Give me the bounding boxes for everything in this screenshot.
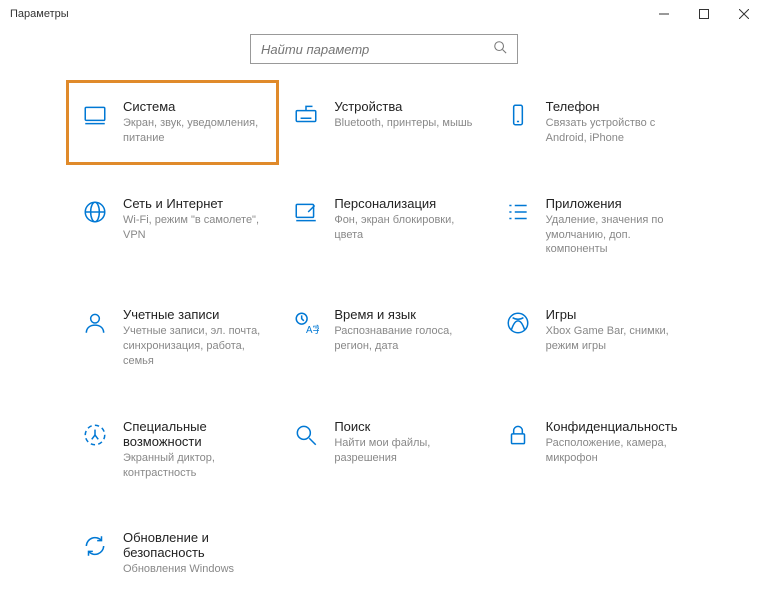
tile-desc: Расположение, камера, микрофон xyxy=(546,436,687,466)
tile-time-language[interactable]: A字 Время и язык Распознавание голоса, ре… xyxy=(283,296,484,380)
tile-desc: Xbox Game Bar, снимки, режим игры xyxy=(546,324,687,354)
tile-title: Поиск xyxy=(334,419,475,434)
window-title: Параметры xyxy=(10,8,69,20)
apps-list-icon xyxy=(504,198,532,226)
xbox-icon xyxy=(504,309,532,337)
person-icon xyxy=(81,309,109,337)
tile-title: Телефон xyxy=(546,99,687,114)
svg-text:A字: A字 xyxy=(306,323,319,336)
search-box[interactable] xyxy=(250,34,518,64)
tile-devices[interactable]: Устройства Bluetooth, принтеры, мышь xyxy=(283,88,484,157)
tile-title: Устройства xyxy=(334,99,475,114)
tile-network[interactable]: Сеть и Интернет Wi-Fi, режим "в самолете… xyxy=(72,185,273,269)
tile-desc: Экранный диктор, контрастность xyxy=(123,451,264,481)
close-button[interactable] xyxy=(724,0,764,28)
tile-title: Обновление и безопасность xyxy=(123,530,264,560)
tile-search[interactable]: Поиск Найти мои файлы, разрешения xyxy=(283,408,484,492)
tile-title: Игры xyxy=(546,307,687,322)
tile-desc: Найти мои файлы, разрешения xyxy=(334,436,475,466)
titlebar: Параметры xyxy=(0,0,768,28)
maximize-button[interactable] xyxy=(684,0,724,28)
tile-system[interactable]: Система Экран, звук, уведомления, питани… xyxy=(66,80,279,165)
tile-title: Учетные записи xyxy=(123,307,264,322)
tile-title: Сеть и Интернет xyxy=(123,196,264,211)
tile-title: Конфиденциальность xyxy=(546,419,687,434)
sync-icon xyxy=(81,532,109,560)
tile-privacy[interactable]: Конфиденциальность Расположение, камера,… xyxy=(495,408,696,492)
tile-desc: Wi-Fi, режим "в самолете", VPN xyxy=(123,213,264,243)
accessibility-icon xyxy=(81,421,109,449)
tile-gaming[interactable]: Игры Xbox Game Bar, снимки, режим игры xyxy=(495,296,696,380)
tile-title: Специальные возможности xyxy=(123,419,264,449)
tile-desc: Учетные записи, эл. почта, синхронизация… xyxy=(123,324,264,369)
lock-icon xyxy=(504,421,532,449)
magnifier-icon xyxy=(292,421,320,449)
search-input[interactable] xyxy=(261,42,507,57)
tile-title: Система xyxy=(123,99,264,114)
display-icon xyxy=(81,101,109,129)
tile-desc: Распознавание голоса, регион, дата xyxy=(334,324,475,354)
globe-icon xyxy=(81,198,109,226)
tile-desc: Экран, звук, уведомления, питание xyxy=(123,116,264,146)
phone-icon xyxy=(504,101,532,129)
time-language-icon: A字 xyxy=(292,309,320,337)
search-icon xyxy=(493,40,507,59)
tile-title: Персонализация xyxy=(334,196,475,211)
tile-title: Приложения xyxy=(546,196,687,211)
brush-icon xyxy=(292,198,320,226)
tile-desc: Bluetooth, принтеры, мышь xyxy=(334,116,475,131)
tile-update-security[interactable]: Обновление и безопасность Обновления Win… xyxy=(72,519,273,588)
tile-desc: Удаление, значения по умолчанию, доп. ко… xyxy=(546,213,687,258)
tile-desc: Обновления Windows xyxy=(123,562,264,577)
tile-personalization[interactable]: Персонализация Фон, экран блокировки, цв… xyxy=(283,185,484,269)
tile-accounts[interactable]: Учетные записи Учетные записи, эл. почта… xyxy=(72,296,273,380)
tile-phone[interactable]: Телефон Связать устройство с Android, iP… xyxy=(495,88,696,157)
keyboard-icon xyxy=(292,101,320,129)
tile-title: Время и язык xyxy=(334,307,475,322)
tile-desc: Связать устройство с Android, iPhone xyxy=(546,116,687,146)
minimize-button[interactable] xyxy=(644,0,684,28)
tile-ease-of-access[interactable]: Специальные возможности Экранный диктор,… xyxy=(72,408,273,492)
tile-apps[interactable]: Приложения Удаление, значения по умолчан… xyxy=(495,185,696,269)
tile-desc: Фон, экран блокировки, цвета xyxy=(334,213,475,243)
